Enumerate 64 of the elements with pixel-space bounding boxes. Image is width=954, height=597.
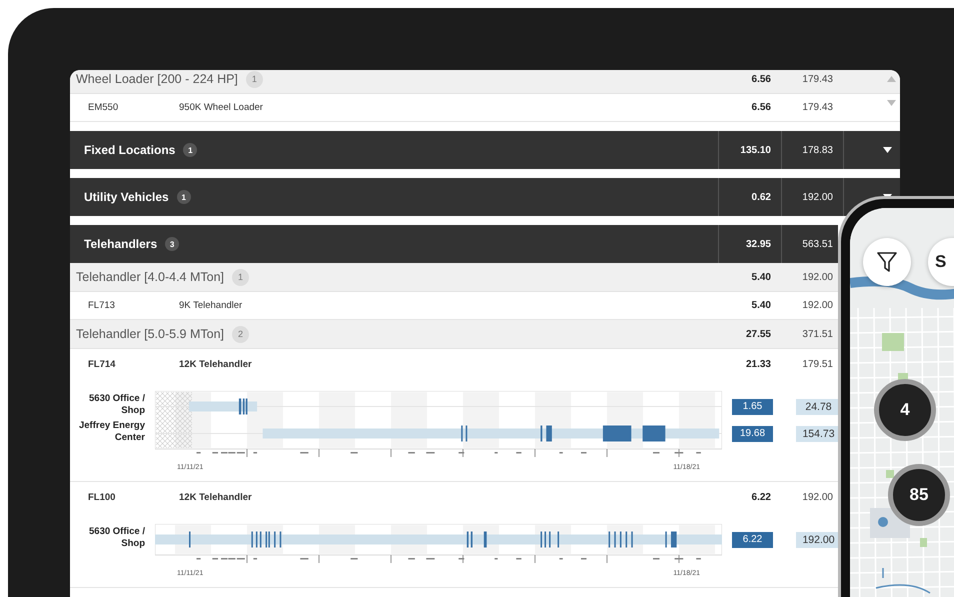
- row-total: 192.00: [801, 492, 834, 502]
- row-value: 27.55: [744, 328, 772, 340]
- group-header[interactable]: Telehandlers 3 32.95 563.51: [70, 225, 838, 263]
- activity-bar: [642, 426, 666, 442]
- group-header[interactable]: Utility Vehicles 1 0.62 192.00: [70, 178, 900, 216]
- row-value: 0.62: [752, 192, 772, 202]
- group-title: Fixed Locations: [84, 143, 176, 157]
- row-total: 192.00: [801, 300, 834, 311]
- row-total: 192.00: [802, 192, 834, 202]
- row-value: 6.22: [750, 492, 772, 502]
- subgroup-header[interactable]: Telehandler [4.0-4.4 MTon] 1 5.40 192.00: [70, 263, 838, 292]
- equipment-name: 950K Wheel Loader: [179, 102, 264, 113]
- location-total: 192.00: [796, 532, 841, 548]
- group-title: Telehandlers: [84, 237, 158, 251]
- location-name: Jeffrey Energy Center: [78, 420, 145, 444]
- equipment-name: 9K Telehandler: [179, 300, 244, 311]
- filter-icon: [877, 251, 897, 273]
- count-badge: 2: [232, 326, 250, 342]
- count-badge: 1: [183, 143, 198, 157]
- group-header[interactable]: Fixed Locations 1 135.10 178.83: [70, 131, 900, 169]
- row-total: 179.43: [801, 102, 834, 113]
- activity-bar: [546, 426, 552, 442]
- count-badge: 3: [165, 237, 180, 251]
- count-badge: 1: [232, 268, 250, 286]
- activity-bar: [484, 532, 487, 548]
- row-value: 32.95: [746, 238, 772, 250]
- activity-bar: [470, 532, 473, 548]
- equipment-name: 12K Telehandler: [179, 358, 253, 370]
- equipment-id: FL100: [88, 492, 116, 502]
- subgroup-header[interactable]: Telehandler [5.0-5.9 MTon] 2 27.55 371.51: [70, 320, 838, 349]
- no-data-area: [156, 392, 192, 448]
- location-value: 19.68: [732, 426, 773, 442]
- equipment-id: FL713: [88, 300, 116, 311]
- row-value: 5.40: [750, 272, 772, 282]
- row-total: 371.51: [801, 328, 834, 340]
- count-badge: 1: [246, 70, 263, 88]
- location-value: 1.65: [732, 398, 773, 414]
- row-total: 192.00: [801, 272, 834, 282]
- row-value: 21.33: [744, 358, 772, 370]
- location-total: 24.78: [796, 398, 841, 414]
- location-value: 6.22: [732, 532, 773, 548]
- equipment-id: FL714: [88, 358, 116, 370]
- count-badge: 1: [176, 190, 191, 204]
- group-title: Utility Vehicles: [84, 190, 169, 204]
- row-total: 179.43: [801, 74, 834, 84]
- row-total: 563.51: [802, 238, 834, 250]
- equipment-name: 12K Telehandler: [179, 492, 253, 502]
- activity-bar: [602, 426, 632, 442]
- subgroup-title: Wheel Loader [200 - 224 HP]: [76, 72, 238, 86]
- location-name: 5630 Office / Shop: [88, 392, 145, 416]
- row-value: 5.40: [750, 300, 772, 311]
- location-total: 154.73: [796, 426, 841, 442]
- location-name: 5630 Office / Shop: [88, 526, 145, 550]
- row-value: 6.56: [750, 102, 772, 113]
- subgroup-title: Telehandler [5.0-5.9 MTon]: [76, 327, 224, 341]
- row-value: 135.10: [740, 144, 772, 156]
- subgroup-title: Telehandler [4.0-4.4 MTon]: [76, 270, 224, 284]
- row-value: 6.56: [750, 74, 772, 84]
- row-total: 178.83: [802, 144, 834, 156]
- subgroup-header[interactable]: Wheel Loader [200 - 224 HP] 1 6.56 179.43: [70, 70, 900, 94]
- row-total: 179.51: [801, 358, 834, 370]
- location-band: [189, 402, 258, 412]
- activity-bar: [466, 532, 469, 548]
- equipment-id: EM550: [88, 102, 120, 113]
